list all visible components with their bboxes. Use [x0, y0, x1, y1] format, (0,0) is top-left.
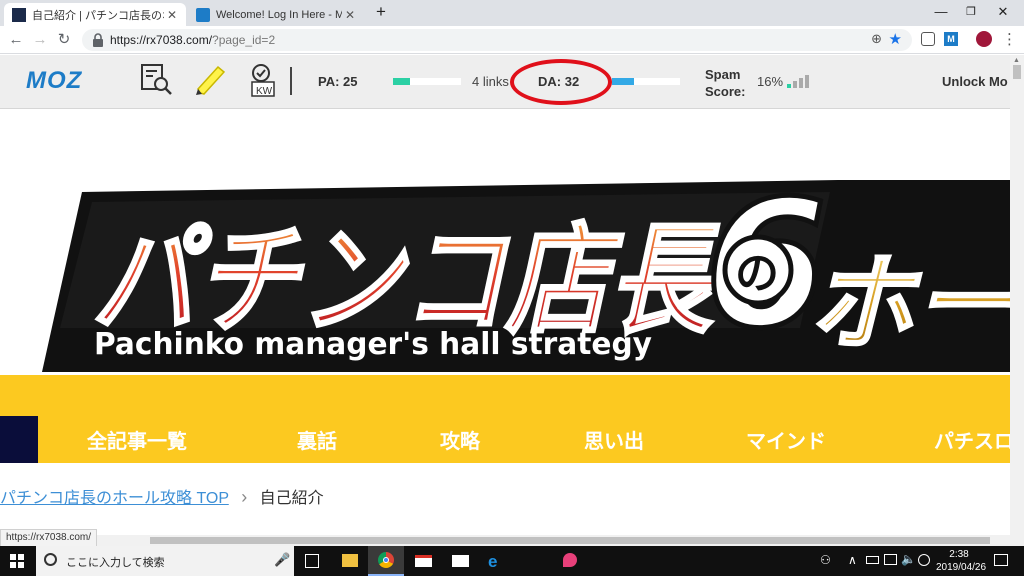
moz-logo[interactable]: MOZ — [26, 67, 82, 95]
domain-authority-bar-fill — [612, 78, 634, 85]
unlock-moz-pro-link[interactable]: Unlock Mo — [942, 74, 1008, 89]
nav-item-mindset[interactable]: マインド — [746, 425, 826, 454]
notifications-icon[interactable] — [994, 554, 1008, 566]
site-navigation: 全記事一覧 裏話 攻略 思い出 マインド パチスロ — [0, 375, 1024, 463]
site-header-banner[interactable]: パチンコ店長 6 の ホー Pachinko manager's hall st… — [0, 110, 1024, 375]
forward-icon[interactable]: → — [30, 30, 50, 50]
breadcrumb-current: 自己紹介 — [259, 490, 324, 507]
network-icon[interactable] — [884, 554, 897, 565]
show-hidden-icons-icon[interactable]: ∧ — [848, 553, 857, 567]
tab-title: Welcome! Log In Here - Moz — [216, 8, 342, 21]
volume-icon[interactable]: 🔈 — [901, 552, 916, 566]
horizontal-scroll-thumb[interactable] — [150, 537, 990, 544]
url-text: https://rx7038.com/?page_id=2 — [110, 33, 276, 47]
tab-active[interactable]: 自己紹介 | パチンコ店長のホール攻略 ✕ — [4, 3, 186, 26]
file-explorer-icon[interactable] — [342, 554, 358, 567]
taskbar-search-box[interactable]: ここに入力して検索 🎤 — [36, 546, 294, 576]
lock-icon — [93, 33, 103, 47]
back-icon[interactable]: ← — [6, 30, 26, 50]
scroll-up-arrow-icon[interactable]: ▲ — [1013, 57, 1020, 64]
battery-icon — [866, 556, 879, 564]
links-count[interactable]: 4 links — [472, 74, 509, 89]
close-window-icon[interactable]: ✕ — [980, 0, 1024, 26]
clock-time: 2:38 — [949, 549, 969, 560]
moz-divider — [290, 67, 292, 95]
new-tab-button[interactable]: + — [366, 0, 396, 26]
spam-label-line1: Spam — [705, 67, 741, 82]
moz-extension-icon[interactable]: M — [944, 32, 958, 46]
moz-bar: MOZ KW PA: 25 4 links DA: 32 Spam Score:… — [0, 55, 1024, 109]
breadcrumb-separator: › — [241, 487, 248, 507]
windows-start-icon[interactable] — [10, 554, 24, 568]
paint-3d-icon[interactable] — [563, 553, 577, 567]
taskbar-clock[interactable]: 2:38 2019/04/26 — [936, 548, 987, 574]
chrome-taskbar-icon[interactable] — [368, 546, 404, 576]
zoom-icon[interactable]: ⊕ — [871, 31, 882, 47]
nav-item-strategy[interactable]: 攻略 — [440, 425, 480, 454]
svg-text:KW: KW — [256, 86, 273, 97]
banner-of-circle: の — [735, 248, 779, 299]
reload-icon[interactable]: ↻ — [54, 30, 74, 50]
status-bar-url: https://rx7038.com/ — [0, 529, 98, 547]
banner-hall: ホー — [808, 243, 1021, 365]
moz-favicon-icon — [196, 7, 210, 22]
breadcrumb: パチンコ店長のホール攻略 TOP › 自己紹介 — [0, 484, 324, 508]
da-highlight-ellipse — [510, 59, 612, 105]
spam-score-label: Spam Score: — [705, 66, 745, 100]
windows-taskbar: ここに入力して検索 🎤 e ⚇ ∧ 🔈 2:38 2019/04/26 — [0, 546, 1024, 576]
site-favicon-icon — [12, 7, 26, 22]
taskbar-search-placeholder: ここに入力して検索 — [66, 557, 165, 569]
horizontal-scrollbar[interactable] — [0, 535, 1010, 546]
banner-logo: パチンコ店長 6 の ホー Pachinko manager's hall st… — [42, 162, 1024, 372]
profile-avatar[interactable] — [976, 31, 992, 47]
highlighter-pencil-icon[interactable] — [194, 63, 228, 97]
vertical-scroll-thumb[interactable] — [1013, 65, 1021, 79]
page-authority-bar-fill — [393, 78, 410, 85]
page-authority-bar — [393, 78, 461, 85]
spam-score-value: 16% — [757, 74, 784, 89]
spam-score-bars-icon — [787, 75, 809, 88]
nav-item-all-articles[interactable]: 全記事一覧 — [87, 425, 187, 454]
tab-title: 自己紹介 | パチンコ店長のホール攻略 — [32, 9, 164, 22]
page-authority-label: PA: 25 — [318, 74, 358, 89]
page-analysis-icon[interactable] — [140, 63, 174, 97]
extension-icon[interactable] — [921, 32, 935, 46]
domain-authority-bar — [612, 78, 680, 85]
mail-icon[interactable] — [452, 555, 469, 567]
gmail-icon[interactable] — [415, 555, 432, 567]
nav-item-inside-story[interactable]: 裏話 — [297, 425, 337, 454]
edge-icon[interactable]: e — [488, 552, 497, 572]
nav-item-pachislot[interactable]: パチスロ — [934, 425, 1014, 454]
tab-moz-login[interactable]: Welcome! Log In Here - Moz ✕ — [188, 3, 364, 26]
people-icon[interactable]: ⚇ — [820, 553, 831, 567]
vertical-scrollbar[interactable]: ▲ — [1010, 55, 1024, 546]
breadcrumb-home-link[interactable]: パチンコ店長のホール攻略 TOP — [0, 490, 229, 507]
navigation-bar: ← → ↻ https://rx7038.com/?page_id=2 ⊕ ★ … — [0, 26, 1024, 54]
ime-icon[interactable] — [918, 554, 930, 566]
tab-strip: 自己紹介 | パチンコ店長のホール攻略 ✕ Welcome! Log In He… — [0, 0, 1024, 26]
bookmark-star-icon[interactable]: ★ — [889, 30, 902, 48]
address-bar[interactable]: https://rx7038.com/?page_id=2 ⊕ ★ — [82, 29, 912, 51]
task-view-icon[interactable] — [305, 554, 319, 568]
banner-subtitle: Pachinko manager's hall strategy — [94, 327, 652, 362]
spam-label-line2: Score: — [705, 84, 746, 99]
keyword-check-icon[interactable]: KW — [248, 63, 282, 99]
clock-date: 2019/04/26 — [936, 562, 987, 573]
nav-item-memories[interactable]: 思い出 — [584, 425, 644, 454]
microphone-icon[interactable]: 🎤 — [274, 552, 290, 568]
nav-dark-block — [0, 416, 38, 463]
chrome-menu-icon[interactable]: ⋮ — [1002, 30, 1017, 48]
search-icon — [44, 553, 57, 566]
close-tab-icon[interactable]: ✕ — [164, 8, 180, 22]
close-tab-icon[interactable]: ✕ — [342, 8, 358, 22]
